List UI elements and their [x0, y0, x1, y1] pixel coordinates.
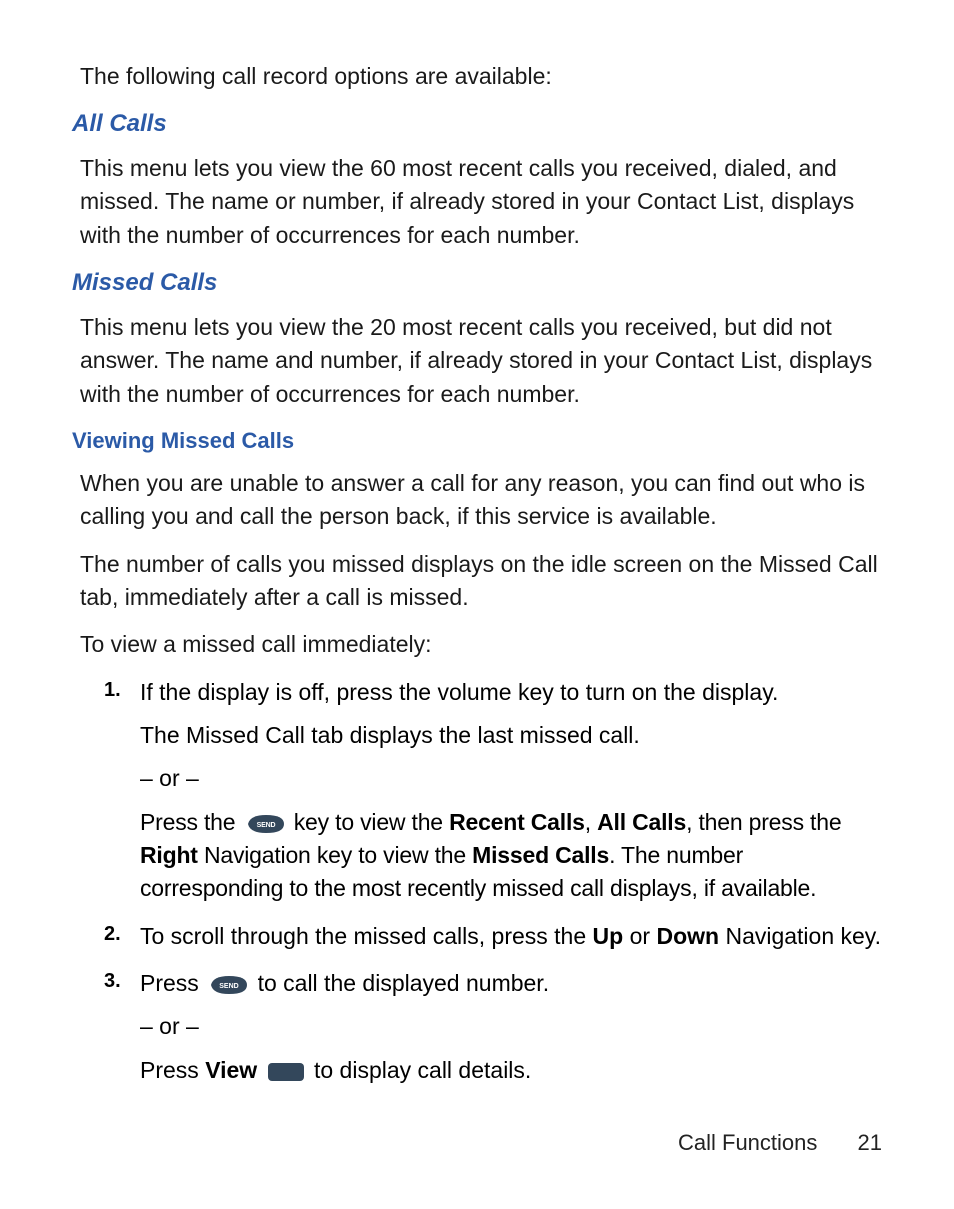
step-1-bold2: All Calls [597, 809, 686, 835]
step-number: 1. [104, 676, 121, 705]
step-3-end1: to call the displayed number. [258, 970, 550, 996]
heading-missed-calls: Missed Calls [72, 266, 882, 301]
step-1-comma: , [585, 809, 597, 835]
step-3-pre1: Press [140, 970, 205, 996]
step-2-pre: To scroll through the missed calls, pres… [140, 923, 593, 949]
svg-text:SEND: SEND [219, 983, 238, 990]
page-footer: Call Functions 21 [72, 1127, 882, 1159]
step-1-nav-pre: Navigation key to view the [198, 842, 472, 868]
heading-all-calls: All Calls [72, 107, 882, 142]
step-1-bold4: Missed Calls [472, 842, 609, 868]
step-1-mid1: key to view the [294, 809, 449, 835]
softkey-icon [266, 1061, 306, 1083]
step-number: 3. [104, 967, 121, 996]
step-1-mid2: , then press the [686, 809, 841, 835]
step-3-line1: Press SEND to call the displayed number. [140, 967, 882, 1000]
send-key-icon: SEND [244, 811, 286, 837]
intro-text: The following call record options are av… [80, 60, 882, 93]
step-1-or: – or – [140, 762, 882, 795]
step-3: 3. Press SEND to call the displayed numb… [104, 967, 882, 1087]
step-1-pre: Press the [140, 809, 242, 835]
step-3-bold: View [205, 1057, 257, 1083]
step-2-bold1: Up [593, 923, 624, 949]
step-1: 1. If the display is off, press the volu… [104, 676, 882, 906]
step-1-line3: Press the SEND key to view the Recent Ca… [140, 806, 882, 906]
viewing-missed-p2: The number of calls you missed displays … [80, 548, 882, 615]
footer-page-number: 21 [858, 1130, 882, 1155]
step-2-bold2: Down [656, 923, 719, 949]
footer-section: Call Functions [678, 1130, 817, 1155]
step-3-end2: to display call details. [314, 1057, 531, 1083]
step-3-line2: Press View to display call details. [140, 1054, 882, 1087]
step-1-line2: The Missed Call tab displays the last mi… [140, 719, 882, 752]
step-number: 2. [104, 920, 121, 949]
step-1-bold3: Right [140, 842, 198, 868]
step-3-or: – or – [140, 1010, 882, 1043]
all-calls-body: This menu lets you view the 60 most rece… [80, 152, 882, 252]
step-2-mid: or [623, 923, 656, 949]
step-1-bold1: Recent Calls [449, 809, 585, 835]
viewing-missed-p1: When you are unable to answer a call for… [80, 467, 882, 534]
viewing-missed-p3: To view a missed call immediately: [80, 628, 882, 661]
missed-calls-body: This menu lets you view the 20 most rece… [80, 311, 882, 411]
heading-viewing-missed: Viewing Missed Calls [72, 425, 882, 457]
svg-text:SEND: SEND [256, 822, 275, 829]
step-2-end: Navigation key. [719, 923, 881, 949]
send-key-icon: SEND [207, 972, 249, 998]
step-2: 2. To scroll through the missed calls, p… [104, 920, 882, 953]
step-3-pre2: Press [140, 1057, 205, 1083]
step-2-line: To scroll through the missed calls, pres… [140, 920, 882, 953]
step-1-line1: If the display is off, press the volume … [140, 676, 882, 709]
